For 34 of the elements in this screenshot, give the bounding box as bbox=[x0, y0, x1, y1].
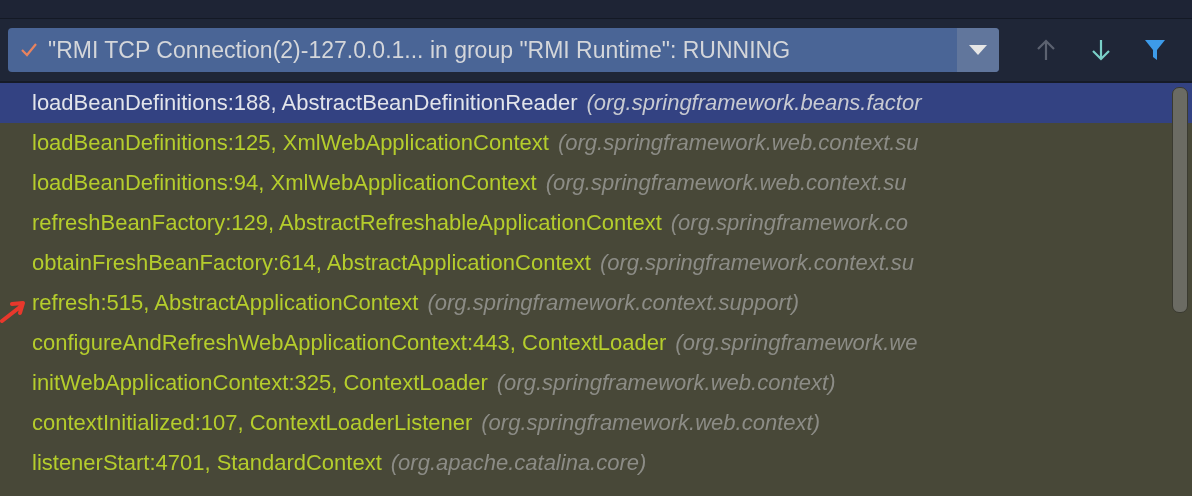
stack-frame-row[interactable]: listenerStart:4701, StandardContext (org.apache.catalina.core) bbox=[0, 443, 1192, 483]
frame-location: listenerStart:4701, StandardContext bbox=[32, 450, 382, 476]
frame-package: (org.apache.catalina.core) bbox=[390, 450, 647, 476]
stack-frame-row[interactable]: configureAndRefreshWebApplicationContext:443, ContextLoader (org.springframework.we bbox=[0, 323, 1192, 363]
stack-frame-row[interactable]: initWebApplicationContext:325, ContextLoader (org.springframework.web.context) bbox=[0, 363, 1192, 403]
frame-location: obtainFreshBeanFactory:614, AbstractApplicationContext bbox=[32, 250, 591, 276]
stack-frame-row[interactable]: refreshBeanFactory:129, AbstractRefreshableApplicationContext (org.springframework.co bbox=[0, 203, 1192, 243]
stack-frame-row[interactable]: loadBeanDefinitions:125, XmlWebApplicationContext (org.springframework.web.context.su bbox=[0, 123, 1192, 163]
frame-location: refreshBeanFactory:129, AbstractRefreshableApplicationContext bbox=[32, 210, 662, 236]
stack-frame-row[interactable]: obtainFreshBeanFactory:614, AbstractApplicationContext (org.springframework.context.su bbox=[0, 243, 1192, 283]
frame-package: (org.springframework.we bbox=[675, 330, 918, 356]
scrollbar[interactable] bbox=[1172, 87, 1188, 313]
stack-frame-row[interactable]: contextInitialized:107, ContextLoaderListener (org.springframework.web.context) bbox=[0, 403, 1192, 443]
frame-location: loadBeanDefinitions:125, XmlWebApplicationContext bbox=[32, 130, 549, 156]
frame-package: (org.springframework.web.context.su bbox=[557, 130, 919, 156]
frame-package: (org.springframework.beans.factor bbox=[586, 90, 922, 116]
frame-package: (org.springframework.context.su bbox=[599, 250, 915, 276]
frame-package: (org.springframework.co bbox=[670, 210, 908, 236]
stack-frame-row[interactable]: loadBeanDefinitions:188, AbstractBeanDefinitionReader (org.springframework.beans.factor bbox=[0, 83, 1192, 123]
frame-package: (org.springframework.web.context.su bbox=[545, 170, 907, 196]
frame-package: (org.springframework.web.context) bbox=[481, 410, 820, 436]
frame-package: (org.springframework.web.context) bbox=[496, 370, 836, 396]
stack-frame-row[interactable]: loadBeanDefinitions:94, XmlWebApplicationContext (org.springframework.web.context.su bbox=[0, 163, 1192, 203]
frame-location: loadBeanDefinitions:188, AbstractBeanDefinitionReader bbox=[32, 90, 578, 116]
stack-frame-row[interactable]: refresh:515, AbstractApplicationContext (org.springframework.context.support) bbox=[0, 283, 1192, 323]
frame-location: refresh:515, AbstractApplicationContext bbox=[32, 290, 419, 316]
frame-location: loadBeanDefinitions:94, XmlWebApplicationContext bbox=[32, 170, 537, 196]
thread-name: "RMI TCP Connection(2)-127.0.0.1... in group "RMI Runtime": RUNNING bbox=[48, 36, 791, 64]
frame-location: initWebApplicationContext:325, ContextLoader bbox=[32, 370, 488, 396]
frame-package: (org.springframework.context.support) bbox=[427, 290, 800, 316]
frame-location: configureAndRefreshWebApplicationContext:443, ContextLoader bbox=[32, 330, 667, 356]
caret-icon bbox=[956, 28, 999, 72]
thread-dropdown[interactable]: "RMI TCP Connection(2)-127.0.0.1... in group "RMI Runtime": RUNNING bbox=[8, 28, 999, 72]
frame-location: contextInitialized:107, ContextLoaderListener bbox=[32, 410, 473, 436]
